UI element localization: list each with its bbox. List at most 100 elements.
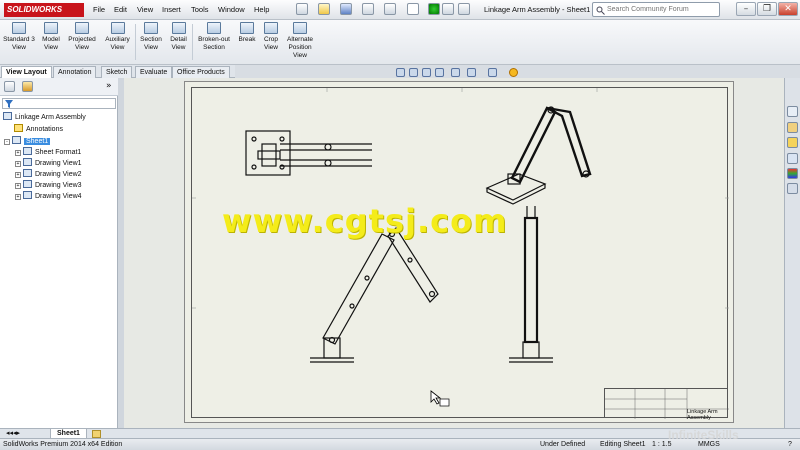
command-manager-tabs: View Layout Annotation Sketch Evaluate O… <box>0 65 235 78</box>
tab-evaluate[interactable]: Evaluate <box>135 66 173 78</box>
standard-3-view-icon <box>12 22 26 34</box>
broken-out-section-button[interactable]: Broken-out Section <box>194 22 234 52</box>
ribbon-toolbar: Standard 3 View Model View Projected Vie… <box>0 20 800 65</box>
search-icon <box>596 6 605 15</box>
menu-edit[interactable]: Edit <box>114 5 127 14</box>
tab-annotation[interactable]: Annotation <box>53 66 97 78</box>
new-document-icon[interactable] <box>296 3 308 15</box>
appearances-scenes-icon[interactable] <box>787 168 798 179</box>
view-palette-icon[interactable] <box>787 153 798 164</box>
sheet-format-icon <box>23 147 32 155</box>
tab-view-layout[interactable]: View Layout <box>1 66 52 78</box>
title-block-drawing-name: Linkage Arm Assembly <box>687 409 718 421</box>
view-orientation-icon[interactable] <box>451 68 460 77</box>
tree-item-drawing-view3[interactable]: + Drawing View3 <box>15 180 82 189</box>
section-view-icon[interactable] <box>435 68 444 77</box>
zoom-to-area-icon[interactable] <box>409 68 418 77</box>
drawing-view-isometric[interactable] <box>485 106 592 205</box>
search-input[interactable] <box>607 4 717 15</box>
hide-show-items-icon[interactable] <box>488 68 497 77</box>
tree-item-annotations[interactable]: Annotations <box>14 124 63 133</box>
standard-3-view-button[interactable]: Standard 3 View <box>3 22 35 52</box>
document-title: Linkage Arm Assembly - Sheet1 <box>484 5 591 14</box>
training-brand-watermark: InfiniteSkills <box>668 428 739 442</box>
add-sheet-icon[interactable] <box>92 430 101 438</box>
menu-insert[interactable]: Insert <box>162 5 181 14</box>
detail-view-button[interactable]: Detail View <box>166 22 191 52</box>
tab-sketch[interactable]: Sketch <box>101 66 133 78</box>
tab-office-products[interactable]: Office Products <box>172 66 230 78</box>
design-library-icon[interactable] <box>787 122 798 133</box>
crop-view-button[interactable]: Crop View <box>260 22 282 52</box>
filter-funnel-icon <box>5 100 13 108</box>
help-button[interactable]: ? <box>788 440 792 450</box>
projected-view-button[interactable]: Projected View <box>66 22 98 52</box>
menu-view[interactable]: View <box>137 5 153 14</box>
tree-item-drawing-view4[interactable]: + Drawing View4 <box>15 191 82 200</box>
ribbon-separator <box>135 24 136 60</box>
auxiliary-view-button[interactable]: Auxiliary View <box>101 22 134 52</box>
search-box[interactable] <box>592 2 720 17</box>
expand-toggle-icon[interactable]: + <box>15 161 21 167</box>
collapse-toggle-icon[interactable]: - <box>4 139 10 145</box>
property-manager-icon[interactable] <box>22 81 33 92</box>
expand-toggle-icon[interactable]: + <box>15 150 21 156</box>
expand-toggle-icon[interactable]: + <box>15 172 21 178</box>
tree-root[interactable]: Linkage Arm Assembly <box>3 112 86 121</box>
crop-view-icon <box>264 22 278 34</box>
drawing-views <box>192 88 729 363</box>
appearance-sphere-icon[interactable] <box>509 68 518 77</box>
restore-button[interactable]: ❐ <box>757 2 777 16</box>
menu-file[interactable]: File <box>93 5 105 14</box>
tree-item-sheet1[interactable]: - Sheet1 <box>4 136 51 145</box>
feature-tree-icon[interactable] <box>4 81 15 92</box>
drawing-sheet[interactable]: Linkage Arm Assembly <box>184 81 734 423</box>
detail-view-icon <box>171 22 186 34</box>
rebuild-traffic-light-icon[interactable] <box>428 3 440 15</box>
minimize-button[interactable]: – <box>736 2 756 16</box>
tree-filter-field[interactable] <box>2 98 116 109</box>
solidworks-resources-icon[interactable] <box>787 106 798 117</box>
broken-out-section-icon <box>207 22 221 34</box>
sheet-icon <box>12 136 21 144</box>
collapse-panel-icon[interactable]: » <box>106 81 112 91</box>
options-gear-icon[interactable] <box>458 3 470 15</box>
expand-toggle-icon[interactable]: + <box>15 183 21 189</box>
sheet-nav-arrows-icon[interactable]: ◂◂◂▸ <box>6 429 20 437</box>
drawing-view-top[interactable] <box>245 130 372 176</box>
menu-tools[interactable]: Tools <box>191 5 209 14</box>
menu-help[interactable]: Help <box>254 5 269 14</box>
graphics-area[interactable]: Linkage Arm Assembly www.cgtsj.com <box>124 78 784 428</box>
file-properties-icon[interactable] <box>442 3 454 15</box>
previous-view-icon[interactable] <box>422 68 431 77</box>
drawing-view-side[interactable] <box>509 206 553 363</box>
solidworks-logo: SOLIDWORKS <box>4 3 84 17</box>
open-folder-icon[interactable] <box>318 3 330 15</box>
menu-window[interactable]: Window <box>218 5 245 14</box>
expand-toggle-icon[interactable]: + <box>15 194 21 200</box>
definition-status: Under Defined <box>540 441 586 448</box>
zoom-to-fit-icon[interactable] <box>396 68 405 77</box>
editing-status: Editing Sheet1 <box>600 441 646 448</box>
break-button[interactable]: Break <box>236 22 258 44</box>
feature-manager-toolbar: » <box>0 78 118 96</box>
alternate-position-view-button[interactable]: Alternate Position View <box>284 22 316 60</box>
drawing-view-icon <box>23 180 32 188</box>
file-explorer-icon[interactable] <box>787 137 798 148</box>
section-view-icon <box>144 22 158 34</box>
close-button[interactable]: ✕ <box>778 2 798 16</box>
model-view-button[interactable]: Model View <box>38 22 64 52</box>
section-view-button[interactable]: Section View <box>137 22 165 52</box>
tree-item-drawing-view1[interactable]: + Drawing View1 <box>15 158 82 167</box>
drawing-view-front[interactable] <box>310 227 439 363</box>
custom-properties-icon[interactable] <box>787 183 798 194</box>
undo-icon[interactable] <box>384 3 396 15</box>
task-pane-tabs <box>784 78 800 428</box>
break-icon <box>240 22 254 34</box>
print-icon[interactable] <box>362 3 374 15</box>
save-icon[interactable] <box>340 3 352 15</box>
display-style-icon[interactable] <box>467 68 476 77</box>
select-cursor-icon[interactable] <box>407 3 419 15</box>
tree-item-drawing-view2[interactable]: + Drawing View2 <box>15 169 82 178</box>
tree-item-sheet-format[interactable]: + Sheet Format1 <box>15 147 81 156</box>
